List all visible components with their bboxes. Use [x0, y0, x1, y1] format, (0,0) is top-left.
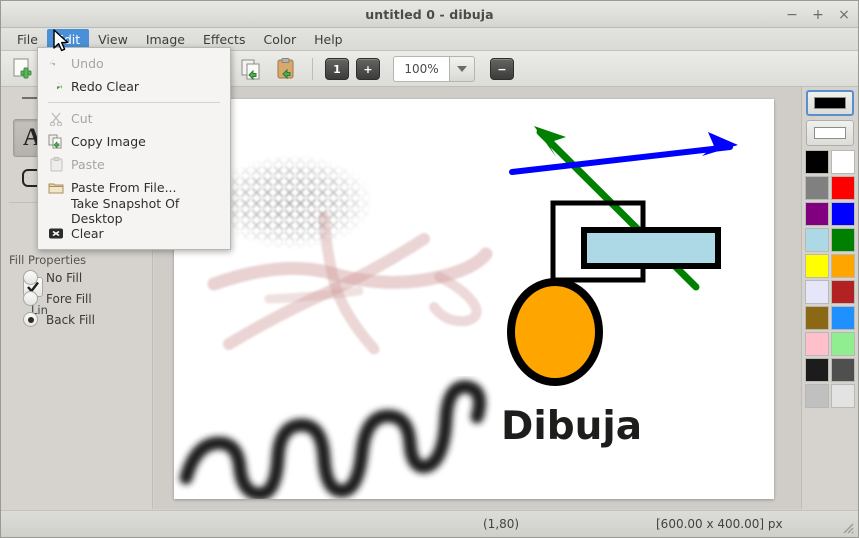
add-layer-button[interactable]: + — [356, 58, 380, 80]
menu-item-redo-label: Redo Clear — [71, 79, 140, 94]
menu-item-clear-label: Clear — [71, 226, 104, 241]
menu-help[interactable]: Help — [305, 29, 352, 50]
swatch-15[interactable] — [831, 332, 855, 356]
secondary-color-swatch[interactable] — [806, 120, 854, 146]
layer-count-button[interactable]: 1 — [325, 58, 349, 80]
swatch-16[interactable] — [805, 358, 829, 382]
clear-icon — [46, 226, 66, 242]
primary-color-swatch[interactable] — [806, 90, 854, 116]
menu-item-redo[interactable]: Redo Clear — [38, 75, 230, 98]
zoom-dropdown-button[interactable] — [449, 56, 475, 82]
canvas-artwork: Dibuja — [179, 126, 738, 501]
fill-option-fore-fill[interactable]: Fore Fill — [23, 291, 92, 306]
fill-properties-label: Fill Properties — [9, 253, 87, 267]
swatch-17[interactable] — [831, 358, 855, 382]
swatch-14[interactable] — [805, 332, 829, 356]
swatch-1[interactable] — [831, 150, 855, 174]
menu-separator — [48, 102, 220, 103]
filled-rectangle — [581, 227, 721, 269]
snapshot-spacer — [46, 203, 66, 219]
menu-color[interactable]: Color — [254, 29, 305, 50]
swatch-18[interactable] — [805, 384, 829, 408]
zoom-out-button[interactable]: − — [490, 58, 514, 80]
fore-fill-radio[interactable] — [23, 291, 38, 306]
menu-item-undo[interactable]: Undo — [38, 52, 230, 75]
folder-icon — [46, 180, 66, 196]
swatch-4[interactable] — [805, 202, 829, 226]
crosshatch-stamp — [204, 149, 384, 259]
menu-item-paste-from-file-label: Paste From File... — [71, 180, 177, 195]
window-title: untitled 0 - dibuja — [365, 6, 494, 22]
resize-grip-icon[interactable] — [840, 520, 854, 534]
fore-fill-label: Fore Fill — [46, 291, 92, 306]
application-window: untitled 0 - dibuja − + × File Edit View… — [0, 0, 859, 538]
swatch-6[interactable] — [805, 228, 829, 252]
menu-item-copy-image-label: Copy Image — [71, 134, 146, 149]
color-palette — [801, 87, 858, 509]
copy-image-button[interactable] — [237, 55, 265, 83]
drawing-canvas[interactable]: Dibuja — [174, 99, 774, 501]
menu-item-paste[interactable]: Paste — [38, 153, 230, 176]
swatch-12[interactable] — [805, 306, 829, 330]
toolbar-separator — [312, 58, 313, 80]
swatch-13[interactable] — [831, 306, 855, 330]
status-bar: (1,80) [600.00 x 400.00] px — [1, 510, 858, 537]
copy-icon — [46, 134, 66, 150]
swatch-8[interactable] — [805, 254, 829, 278]
menu-item-take-snapshot[interactable]: Take Snapshot Of Desktop — [38, 196, 230, 226]
swatch-11[interactable] — [831, 280, 855, 304]
orange-ellipse — [507, 278, 603, 386]
swatch-5[interactable] — [831, 202, 855, 226]
swatch-2[interactable] — [805, 176, 829, 200]
window-controls: − + × — [786, 1, 850, 28]
palette-grid — [802, 150, 858, 408]
menu-item-paste-label: Paste — [71, 157, 105, 172]
swatch-3[interactable] — [831, 176, 855, 200]
mouse-cursor-icon — [53, 29, 69, 52]
image-dimensions: [600.00 x 400.00] px — [656, 517, 783, 531]
swatch-9[interactable] — [831, 254, 855, 278]
maximize-button[interactable]: + — [812, 8, 824, 22]
edit-dropdown-menu[interactable]: Undo Redo Clear Cut Copy Image Paste Pas… — [37, 47, 231, 250]
canvas-scroll-area[interactable]: Dibuja — [154, 87, 801, 509]
menu-item-copy-image[interactable]: Copy Image — [38, 130, 230, 153]
undo-icon — [46, 56, 66, 72]
back-fill-radio[interactable] — [23, 312, 38, 327]
no-fill-label: No Fill — [46, 270, 83, 285]
menu-item-undo-label: Undo — [71, 56, 104, 71]
zoom-level-input[interactable]: 100% — [393, 56, 449, 82]
paste-from-file-button[interactable] — [272, 55, 300, 83]
close-button[interactable]: × — [838, 8, 850, 22]
no-fill-radio[interactable] — [23, 270, 38, 285]
swatch-7[interactable] — [831, 228, 855, 252]
scissors-icon — [46, 111, 66, 127]
paste-icon — [46, 157, 66, 173]
cursor-coordinates: (1,80) — [483, 517, 520, 531]
menu-item-cut[interactable]: Cut — [38, 107, 230, 130]
fill-option-no-fill[interactable]: No Fill — [23, 270, 82, 285]
swatch-10[interactable] — [805, 280, 829, 304]
title-bar: untitled 0 - dibuja − + × — [1, 1, 858, 28]
redo-icon — [46, 79, 66, 95]
fill-option-back-fill[interactable]: Back Fill — [23, 312, 95, 327]
swatch-19[interactable] — [831, 384, 855, 408]
minimize-button[interactable]: − — [786, 8, 798, 22]
canvas-text: Dibuja — [501, 404, 642, 449]
menu-item-cut-label: Cut — [71, 111, 93, 126]
menu-item-take-snapshot-label: Take Snapshot Of Desktop — [71, 195, 180, 226]
blurred-squiggle — [179, 380, 486, 501]
swatch-0[interactable] — [805, 150, 829, 174]
back-fill-label: Back Fill — [46, 312, 95, 327]
